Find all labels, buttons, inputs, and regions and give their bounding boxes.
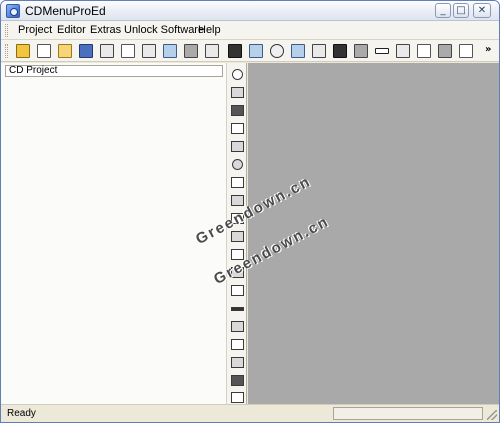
menu-editor[interactable]: Editor bbox=[57, 24, 86, 36]
help-icon[interactable] bbox=[229, 67, 245, 82]
menu-project[interactable]: Project bbox=[18, 24, 52, 36]
cd-drive-icon[interactable] bbox=[269, 43, 285, 59]
speaker-icon[interactable] bbox=[353, 43, 369, 59]
link-icon[interactable] bbox=[395, 43, 411, 59]
text-bar-icon[interactable] bbox=[229, 85, 245, 100]
slider-object-icon[interactable] bbox=[229, 301, 245, 316]
film-icon[interactable] bbox=[332, 43, 348, 59]
window-object-icon[interactable] bbox=[229, 121, 245, 136]
monitor-icon[interactable] bbox=[248, 43, 264, 59]
project-panel-header: CD Project bbox=[5, 65, 223, 77]
frame-icon[interactable] bbox=[416, 43, 432, 59]
menu-help[interactable]: Help bbox=[198, 24, 221, 36]
shape-object-icon[interactable] bbox=[229, 139, 245, 154]
hello-text-icon[interactable] bbox=[374, 43, 390, 59]
lock-object-icon[interactable] bbox=[229, 355, 245, 370]
label-object-icon[interactable] bbox=[229, 373, 245, 388]
toolbar-grip-handle[interactable] bbox=[5, 44, 8, 58]
main-toolbar: » bbox=[1, 40, 499, 62]
status-bar: Ready bbox=[1, 404, 499, 422]
package-icon[interactable] bbox=[437, 43, 453, 59]
disc-object-icon[interactable] bbox=[229, 157, 245, 172]
open-folder-icon[interactable] bbox=[57, 43, 73, 59]
trash-object-icon[interactable] bbox=[229, 337, 245, 352]
test-run-icon[interactable] bbox=[183, 43, 199, 59]
image-icon[interactable] bbox=[290, 43, 306, 59]
app-window: CDMenuProEd _ □ ✕ Project Editor Extras … bbox=[0, 0, 500, 423]
resize-grip-icon[interactable] bbox=[487, 410, 497, 420]
picture-frame-icon[interactable] bbox=[458, 43, 474, 59]
move-icon[interactable] bbox=[311, 43, 327, 59]
button-object-icon[interactable] bbox=[229, 103, 245, 118]
window-title: CDMenuProEd bbox=[25, 4, 106, 18]
maximize-button[interactable]: □ bbox=[453, 3, 469, 18]
save-icon[interactable] bbox=[78, 43, 94, 59]
tool-object-icon[interactable] bbox=[229, 175, 245, 190]
menubar-grip-handle[interactable] bbox=[5, 24, 8, 37]
print-icon[interactable] bbox=[99, 43, 115, 59]
app-icon bbox=[6, 4, 20, 18]
text-button-icon[interactable] bbox=[227, 43, 243, 59]
status-text: Ready bbox=[7, 408, 36, 419]
menu-bar: Project Editor Extras Unlock Software He… bbox=[1, 21, 499, 40]
menu-unlock-software[interactable]: Unlock Software bbox=[124, 24, 204, 36]
minimize-button[interactable]: _ bbox=[435, 3, 451, 18]
object-toolbar bbox=[227, 63, 247, 404]
menu-extras[interactable]: Extras bbox=[90, 24, 121, 36]
new-file-icon[interactable] bbox=[36, 43, 52, 59]
list-object-icon[interactable] bbox=[229, 319, 245, 334]
lock-icon[interactable] bbox=[204, 43, 220, 59]
close-button[interactable]: ✕ bbox=[473, 3, 491, 18]
wizard-icon[interactable] bbox=[15, 43, 31, 59]
page-object-icon[interactable] bbox=[229, 390, 245, 405]
upload-object-icon[interactable] bbox=[229, 283, 245, 298]
properties-icon[interactable] bbox=[141, 43, 157, 59]
print-preview-icon[interactable] bbox=[120, 43, 136, 59]
toolbar-overflow-chevron-icon[interactable]: » bbox=[485, 44, 491, 55]
undo-icon[interactable] bbox=[162, 43, 178, 59]
status-pane bbox=[333, 407, 483, 420]
title-bar[interactable]: CDMenuProEd _ □ ✕ bbox=[1, 1, 499, 21]
